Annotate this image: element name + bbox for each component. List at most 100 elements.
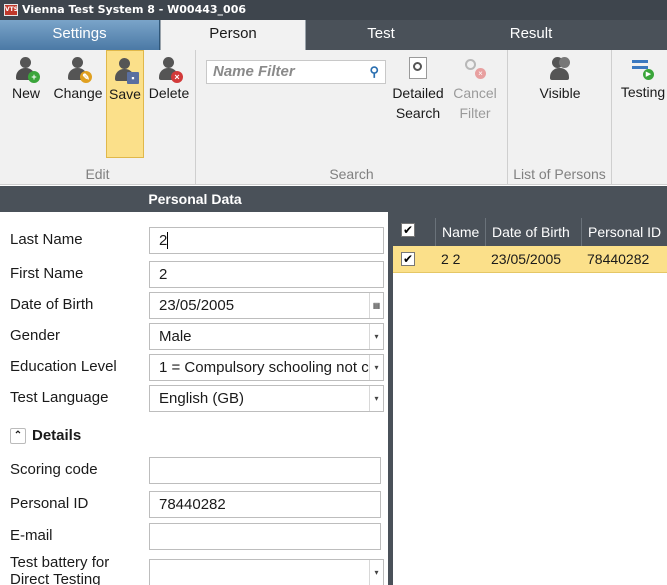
first-name-label: First Name (10, 265, 84, 282)
details-heading: Details (32, 427, 82, 444)
cell-name: 2 2 (441, 251, 461, 267)
add-person-icon: + (14, 57, 40, 83)
first-name-row: First Name 2 (0, 258, 388, 290)
test-battery-label: Test battery for Direct Testing (10, 554, 110, 585)
tab-result[interactable]: Result (456, 20, 606, 50)
app-logo-icon: VTS (4, 4, 18, 16)
last-name-row: Last Name 2 (0, 224, 388, 256)
test-language-select[interactable]: English (GB) ▾ (149, 385, 384, 412)
education-level-select[interactable]: 1 = Compulsory schooling not c ▾ (149, 354, 384, 381)
ribbon-group-edit: + New ✎ Change ▪ Save × Delete Edit (0, 50, 196, 185)
save-person-icon: ▪ (113, 58, 139, 84)
testing-button[interactable]: ▶ Testing (614, 50, 667, 158)
chevron-down-icon[interactable]: ▾ (369, 355, 383, 380)
grid-toolbar (393, 186, 667, 218)
tab-person[interactable]: Person (160, 20, 306, 51)
delete-person-icon: × (157, 57, 183, 83)
date-of-birth-value: 23/05/2005 (159, 297, 235, 314)
first-name-value: 2 (159, 266, 168, 283)
gender-label: Gender (10, 327, 61, 344)
last-name-input[interactable]: 2 (149, 227, 384, 254)
education-level-value: 1 = Compulsory schooling not c (159, 359, 369, 376)
test-language-label: Test Language (10, 389, 109, 406)
last-name-label: Last Name (10, 231, 83, 248)
ribbon-group-list-of-persons: Visible List of Persons (508, 50, 612, 185)
gender-row: Gender Male ▾ (0, 320, 388, 352)
person-grid-body (393, 273, 667, 585)
change-label: Change (53, 85, 103, 101)
detailed-search-label-1: Detailed (392, 85, 444, 101)
column-header-date-of-birth[interactable]: Date of Birth (485, 218, 581, 246)
education-level-row: Education Level 1 = Compulsory schooling… (0, 351, 388, 383)
row-checkbox[interactable]: ✔ (401, 252, 415, 266)
list-of-persons-group-label: List of Persons (513, 166, 606, 182)
date-of-birth-row: Date of Birth 23/05/2005 ▦ (0, 289, 388, 321)
email-row: E-mail (0, 520, 388, 552)
visible-button[interactable]: Visible (518, 50, 602, 158)
gender-value: Male (159, 328, 192, 345)
column-header-name[interactable]: Name (435, 218, 485, 246)
chevron-up-icon: ⌃ (10, 428, 26, 445)
ribbon-group-search: Name Filter ⚲ Detailed Search × Cancel F… (196, 50, 508, 185)
select-all-checkbox[interactable]: ✔ (401, 223, 415, 237)
search-group-label: Search (329, 166, 374, 182)
search-icon: ⚲ (369, 64, 379, 79)
personal-id-input[interactable]: 78440282 (149, 491, 381, 518)
change-person-button[interactable]: ✎ Change (50, 50, 106, 158)
visible-persons-icon (548, 57, 572, 83)
first-name-input[interactable]: 2 (149, 261, 384, 288)
cancel-filter-label-2: Filter (459, 105, 491, 121)
email-label: E-mail (10, 527, 53, 544)
date-of-birth-input[interactable]: 23/05/2005 ▦ (149, 292, 384, 319)
edit-group-label: Edit (85, 166, 110, 182)
testing-label: Testing (620, 84, 666, 100)
person-grid-header: ✔ Name Date of Birth Personal ID (393, 218, 667, 246)
detailed-search-button[interactable]: Detailed Search (392, 50, 444, 158)
save-person-button[interactable]: ▪ Save (106, 50, 144, 158)
testing-icon: ▶ (632, 58, 654, 80)
cell-date-of-birth: 23/05/2005 (491, 251, 562, 267)
personal-id-row: Personal ID 78440282 (0, 488, 388, 520)
table-row[interactable]: ✔ 2 2 23/05/2005 78440282 (393, 246, 667, 273)
cell-personal-id: 78440282 (587, 251, 650, 267)
chevron-down-icon[interactable]: ▾ (369, 324, 383, 349)
cancel-filter-label-1: Cancel (453, 85, 497, 101)
column-header-personal-id[interactable]: Personal ID (581, 218, 667, 246)
cancel-filter-icon: × (464, 57, 486, 79)
date-of-birth-label: Date of Birth (10, 296, 94, 313)
scoring-code-label: Scoring code (10, 461, 98, 478)
visible-label: Visible (539, 85, 581, 101)
details-section-toggle[interactable]: ⌃ Details (10, 427, 82, 445)
delete-label: Delete (148, 85, 190, 101)
calendar-icon[interactable]: ▦ (369, 293, 383, 318)
scoring-code-input[interactable] (149, 457, 381, 484)
main-tab-strip: Settings Person Test Result (0, 20, 667, 51)
name-filter-input[interactable]: Name Filter ⚲ (206, 60, 386, 84)
test-battery-row: Test battery for Direct Testing ▾ (0, 552, 388, 585)
cancel-filter-button[interactable]: × Cancel Filter (448, 50, 502, 158)
delete-person-button[interactable]: × Delete (145, 50, 193, 158)
name-filter-placeholder: Name Filter (213, 63, 295, 80)
new-person-button[interactable]: + New (6, 50, 46, 158)
tab-test[interactable]: Test (306, 20, 456, 50)
personal-data-heading: Personal Data (0, 186, 390, 212)
ribbon: + New ✎ Change ▪ Save × Delete Edit Name… (0, 50, 667, 185)
detailed-search-icon (409, 57, 427, 79)
test-language-value: English (GB) (159, 390, 245, 407)
ribbon-group-testing: ▶ Testing (612, 50, 667, 185)
personal-id-value: 78440282 (159, 496, 226, 513)
email-input[interactable] (149, 523, 381, 550)
education-level-label: Education Level (10, 358, 117, 375)
chevron-down-icon[interactable]: ▾ (369, 386, 383, 411)
save-label: Save (109, 86, 141, 102)
scoring-code-row: Scoring code (0, 454, 388, 486)
new-label: New (11, 85, 40, 101)
tab-settings[interactable]: Settings (0, 20, 160, 50)
test-language-row: Test Language English (GB) ▾ (0, 382, 388, 414)
edit-person-icon: ✎ (66, 57, 92, 83)
chevron-down-icon[interactable]: ▾ (369, 560, 383, 585)
personal-id-label: Personal ID (10, 495, 89, 512)
gender-select[interactable]: Male ▾ (149, 323, 384, 350)
test-battery-select[interactable]: ▾ (149, 559, 384, 585)
detailed-search-label-2: Search (395, 105, 441, 121)
